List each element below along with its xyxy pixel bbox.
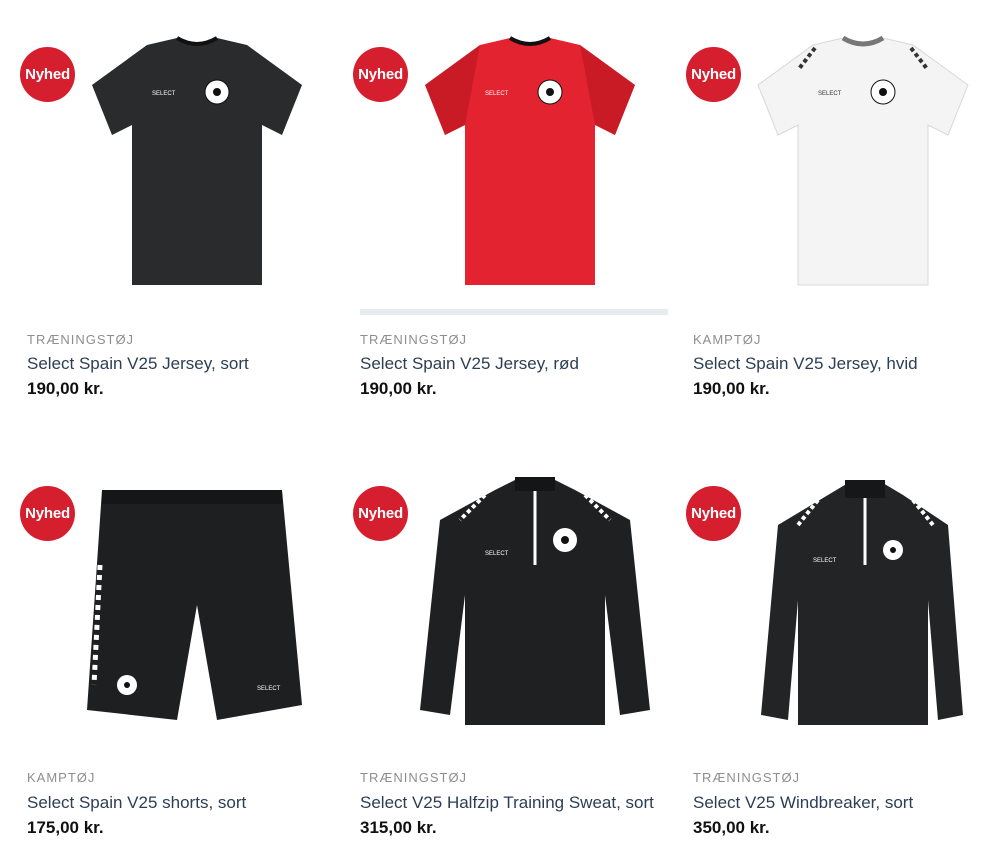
product-category[interactable]: TRÆNINGSTØJ [360,770,467,785]
product-category[interactable]: TRÆNINGSTØJ [693,770,800,785]
product-image[interactable]: SELECT [72,485,382,785]
svg-text:SELECT: SELECT [813,558,837,564]
svg-text:SELECT: SELECT [485,551,509,557]
product-title[interactable]: Select Spain V25 Jersey, rød [360,354,579,374]
product-category[interactable]: TRÆNINGSTØJ [27,332,134,347]
product-price: 190,00 kr. [27,379,104,398]
product-title[interactable]: Select V25 Windbreaker, sort [693,793,913,813]
product-image[interactable]: SELECT [753,480,987,780]
product-card[interactable]: SELECT Nyhed KAMPTØJ Select Spain V25 Je… [686,0,987,410]
product-title[interactable]: Select Spain V25 Jersey, hvid [693,354,918,374]
product-price: 190,00 kr. [693,379,770,398]
product-category[interactable]: KAMPTØJ [27,770,95,785]
svg-text:SELECT: SELECT [818,91,842,97]
product-category[interactable]: TRÆNINGSTØJ [360,332,467,347]
product-card[interactable]: SELECT Nyhed TRÆNINGSTØJ Select V25 Half… [353,440,670,850]
product-title[interactable]: Select Spain V25 shorts, sort [27,793,246,813]
new-badge: Nyhed [686,47,741,102]
svg-text:SELECT: SELECT [485,91,509,97]
product-image[interactable]: SELECT [410,30,720,330]
new-badge: Nyhed [686,486,741,541]
svg-text:SELECT: SELECT [257,686,281,692]
product-price: 315,00 kr. [360,818,437,837]
new-badge: Nyhed [20,47,75,102]
new-badge: Nyhed [353,47,408,102]
product-card[interactable]: SELECT Nyhed TRÆNINGSTØJ Select Spain V2… [20,0,337,410]
product-image[interactable]: SELECT [77,30,387,330]
product-title[interactable]: Select V25 Halfzip Training Sweat, sort [360,793,654,813]
product-image[interactable]: SELECT [743,30,987,330]
product-image[interactable]: SELECT [415,475,725,775]
new-badge: Nyhed [20,486,75,541]
hover-indicator [360,309,668,315]
new-badge: Nyhed [353,486,408,541]
product-price: 350,00 kr. [693,818,770,837]
product-price: 175,00 kr. [27,818,104,837]
product-title[interactable]: Select Spain V25 Jersey, sort [27,354,249,374]
product-category[interactable]: KAMPTØJ [693,332,761,347]
product-card[interactable]: SELECT Nyhed TRÆNINGSTØJ Select Spain V2… [353,0,670,410]
product-card[interactable]: SELECT Nyhed TRÆNINGSTØJ Select V25 Wind… [686,440,987,850]
product-price: 190,00 kr. [360,379,437,398]
svg-text:SELECT: SELECT [152,91,176,97]
product-card[interactable]: SELECT Nyhed KAMPTØJ Select Spain V25 sh… [20,440,337,850]
